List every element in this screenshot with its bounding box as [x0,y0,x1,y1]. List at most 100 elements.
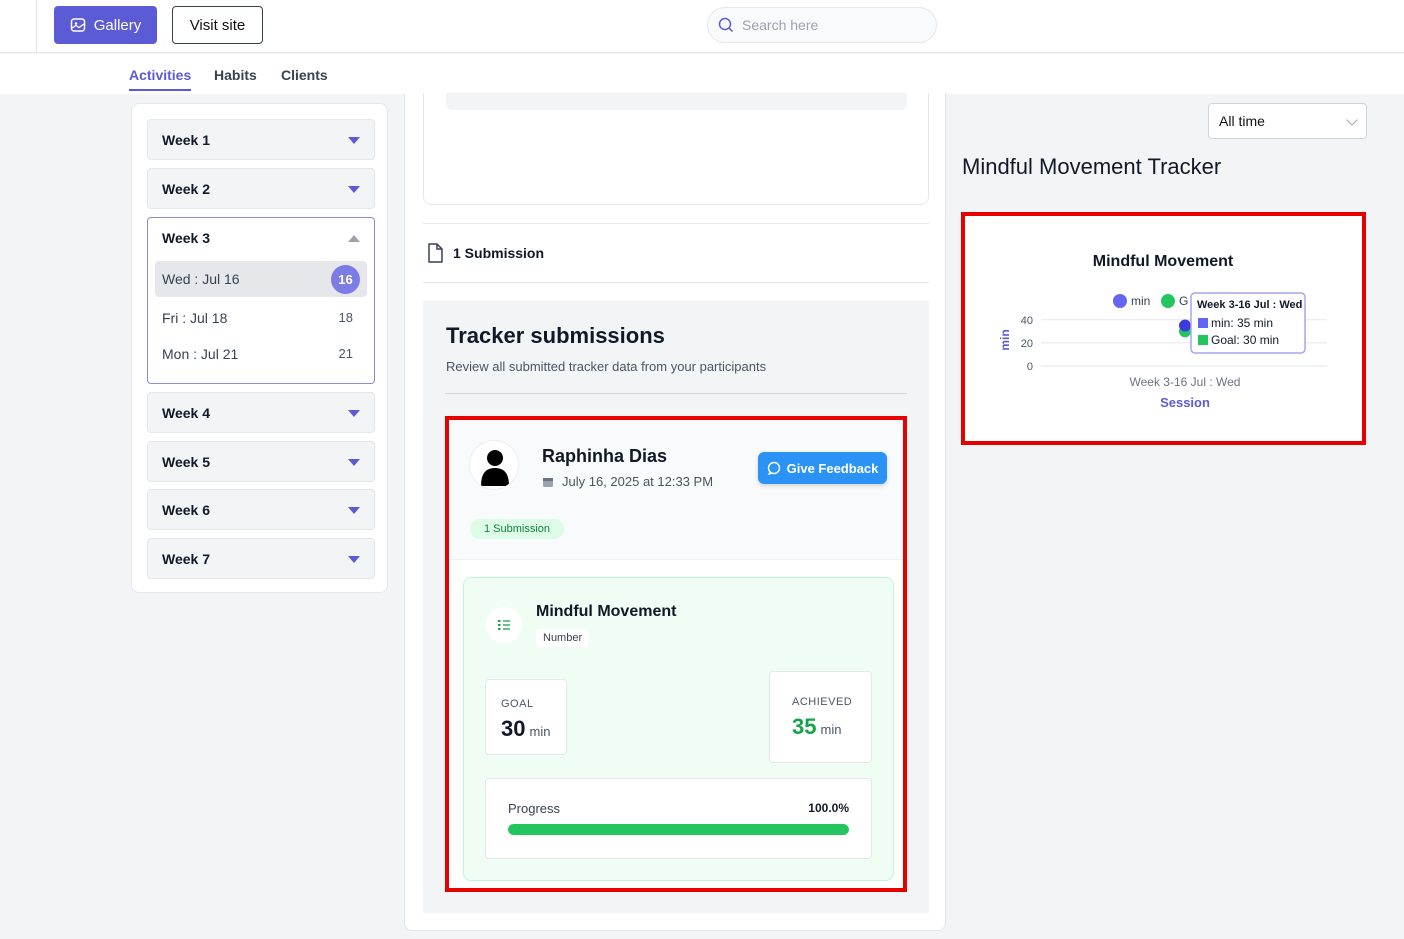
day-number: 18 [338,310,353,325]
week-label: Week 4 [162,405,210,421]
y-tick-label: 40 [1021,315,1033,327]
y-tick-label: 0 [1027,361,1033,373]
legend-marker-min [1113,294,1127,308]
tooltip-line-goal: Goal: 30 min [1211,333,1279,347]
week-7-accordion[interactable]: Week 7 [147,538,375,579]
metric-title: Mindful Movement [536,603,677,620]
divider [423,223,929,224]
goal-unit: min [529,724,551,739]
legend-label-min: min [1131,294,1150,308]
week-6-accordion[interactable]: Week 6 [147,489,375,530]
achieved-box: ACHIEVED 35 min [769,671,872,763]
search-input[interactable] [742,17,922,33]
goal-value: 30 [501,716,526,741]
chevron-down-icon [348,186,360,193]
tab-clients[interactable]: Clients [281,67,328,83]
mindful-movement-chart[interactable]: Mindful Movement min G 0 20 40 min Week 3-16 Ju… [965,216,1362,441]
visit-site-button[interactable]: Visit site [172,6,263,44]
day-number-badge: 16 [331,265,360,294]
week-label: Week 3 [162,230,210,246]
progress-bar [508,824,849,835]
participant-name: Raphinha Dias [542,446,668,466]
day-item-jul-16[interactable]: Wed : Jul 16 16 [155,261,367,297]
tracker-chart-title: Mindful Movement Tracker [962,154,1222,179]
goal-label: GOAL [501,698,534,710]
metric-card: Mindful Movement Number GOAL 30 min ACHIE… [463,577,894,881]
tab-habits[interactable]: Habits [214,67,257,83]
day-item-jul-18[interactable]: Fri : Jul 18 18 [155,300,367,336]
day-label: Fri : Jul 18 [162,310,228,326]
week-2-accordion[interactable]: Week 2 [147,168,375,209]
chevron-down-icon [1346,114,1358,126]
activity-content-box [423,93,929,205]
submission-date-row: July 16, 2025 at 12:33 PM [542,474,713,489]
visit-site-label: Visit site [189,16,246,34]
tooltip-line-min: min: 35 min [1211,316,1273,330]
activity-detail-card: 1 Submission Tracker submissions Review … [404,93,946,931]
legend-label-goal: G [1179,294,1188,308]
divider [445,393,907,394]
chevron-down-icon [348,459,360,466]
chevron-up-icon [348,235,360,242]
numbered-list-icon [498,620,510,630]
day-label: Mon : Jul 21 [162,346,239,362]
content-placeholder [446,93,907,110]
chevron-down-icon [348,410,360,417]
progress-value: 100.0% [808,801,849,815]
chat-bubble-icon [767,461,780,475]
chart-title: Mindful Movement [1093,253,1234,270]
give-feedback-label: Give Feedback [786,460,879,476]
tracker-submissions-panel: Tracker submissions Review all submitted… [423,301,929,913]
weeks-sidebar: Week 1 Week 2 Week 3 Wed : Jul 16 16 Fri… [131,103,388,593]
submission-card: Raphinha Dias July 16, 2025 at 12:33 PM … [445,416,907,892]
sidebar-divider [36,0,37,53]
time-range-select[interactable]: All time [1208,103,1367,139]
progress-box: Progress 100.0% [485,778,872,859]
week-4-accordion[interactable]: Week 4 [147,392,375,433]
avatar [469,440,519,490]
metric-type-badge: Number [536,629,590,647]
top-bar: Gallery Visit site [0,0,1404,53]
week-label: Week 7 [162,551,210,567]
achieved-label: ACHIEVED [792,696,853,708]
search-icon [718,17,734,33]
achieved-value: 35 [792,714,817,739]
tab-bar: Activities Habits Clients [0,54,1404,94]
week-label: Week 5 [162,454,210,470]
goal-box: GOAL 30 min [485,679,567,755]
time-range-value: All time [1219,113,1265,129]
gallery-button[interactable]: Gallery [54,6,157,44]
day-number: 21 [338,346,353,361]
x-tick-label: Week 3-16 Jul : Wed [1130,375,1241,389]
progress-label: Progress [508,801,561,816]
tracker-submissions-title: Tracker submissions [446,323,665,348]
achieved-unit: min [820,722,842,737]
achieved-value-row: 35 min [792,714,841,740]
chevron-down-icon [348,507,360,514]
tooltip-swatch-min [1198,318,1208,328]
tooltip-title: Week 3-16 Jul : Wed [1197,299,1302,311]
goal-value-row: 30 min [501,716,550,742]
week-5-accordion[interactable]: Week 5 [147,441,375,482]
day-item-jul-21[interactable]: Mon : Jul 21 21 [155,336,367,372]
search-box[interactable] [707,7,937,43]
submission-date: July 16, 2025 at 12:33 PM [562,474,714,489]
tooltip-swatch-goal [1198,335,1208,345]
y-axis-label: min [998,329,1012,350]
x-axis-label: Session [1160,395,1210,410]
tracker-chart-card: Mindful Movement min G 0 20 40 min Week 3-16 Ju… [961,212,1366,445]
submission-count-label: 1 Submission [453,245,545,261]
chevron-down-icon [348,137,360,144]
submission-header: Raphinha Dias July 16, 2025 at 12:33 PM … [449,420,903,560]
give-feedback-button[interactable]: Give Feedback [758,452,887,484]
y-tick-label: 20 [1021,338,1033,350]
submission-count-row: 1 Submission [427,243,544,263]
tab-activities[interactable]: Activities [129,67,192,91]
document-icon [428,243,443,263]
week-1-accordion[interactable]: Week 1 [147,119,375,160]
week-3-accordion[interactable]: Week 3 Wed : Jul 16 16 Fri : Jul 18 18 M… [147,217,375,384]
gallery-button-label: Gallery [93,16,142,34]
divider [423,282,929,283]
day-label: Wed : Jul 16 [162,271,240,287]
week-label: Week 6 [162,502,210,518]
